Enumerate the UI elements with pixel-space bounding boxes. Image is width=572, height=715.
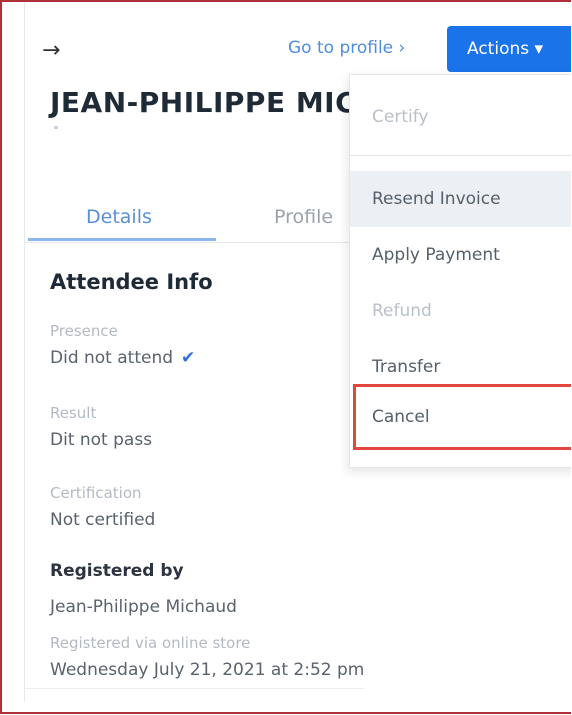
presence-label: Presence (50, 322, 118, 340)
screenshot-frame: → Go to profile › Actions ▾ JEAN-PHILIPP… (0, 0, 571, 714)
result-label: Result (50, 404, 97, 422)
subtitle-dash (54, 126, 58, 129)
active-tab-indicator (28, 238, 216, 241)
actions-button-label: Actions ▾ (467, 39, 544, 59)
registered-by-label: Registered by (50, 561, 184, 581)
section-title: Attendee Info (50, 270, 213, 294)
tab-details[interactable]: Details (86, 206, 152, 228)
attendee-name: JEAN-PHILIPPE MIC (50, 86, 357, 119)
menu-item-cancel[interactable]: Cancel (350, 381, 571, 453)
registered-via-label: Registered via online store (50, 634, 251, 652)
tab-bar: Details Profile (24, 192, 354, 243)
registered-date: Wednesday July 21, 2021 at 2:52 pm (50, 660, 365, 680)
result-value: Dit not pass (50, 430, 153, 450)
menu-item-apply-payment[interactable]: Apply Payment (350, 227, 571, 283)
presence-value-text: Did not attend (50, 348, 174, 368)
actions-button[interactable]: Actions ▾ (447, 26, 571, 72)
arrow-right-icon[interactable]: → (42, 38, 60, 63)
actions-dropdown-menu: Certify Resend Invoice Apply Payment Ref… (349, 74, 571, 468)
certification-value: Not certified (50, 510, 156, 530)
registered-by-value: Jean-Philippe Michaud (50, 597, 237, 617)
menu-item-resend-invoice[interactable]: Resend Invoice (350, 171, 571, 227)
bottom-divider (24, 688, 364, 689)
tab-profile[interactable]: Profile (274, 206, 333, 228)
edit-check-icon[interactable]: ✔ (181, 348, 195, 368)
presence-value: Did not attend ✔ (50, 348, 195, 368)
menu-item-certify[interactable]: Certify (350, 89, 571, 145)
go-to-profile-link[interactable]: Go to profile › (288, 38, 405, 58)
menu-item-refund[interactable]: Refund (350, 283, 571, 339)
menu-separator (350, 155, 571, 156)
certification-label: Certification (50, 484, 142, 502)
